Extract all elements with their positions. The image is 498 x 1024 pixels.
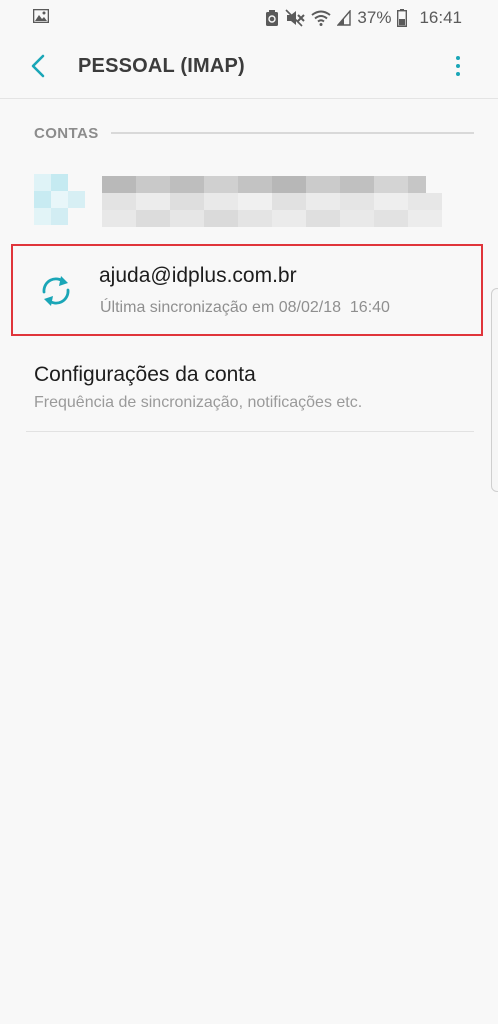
battery-percent: 37% xyxy=(357,8,392,27)
wifi-icon xyxy=(311,10,332,26)
account-settings-title: Configurações da conta xyxy=(34,363,256,386)
back-arrow-icon xyxy=(31,54,45,78)
section-header: CONTAS xyxy=(34,122,474,144)
settings-divider xyxy=(26,431,474,432)
section-label: CONTAS xyxy=(34,124,99,142)
account-sync-status: Última sincronização em 08/02/18 16:40 xyxy=(100,299,390,316)
app-bar: PESSOAL (IMAP) xyxy=(0,36,498,98)
gallery-icon xyxy=(33,9,49,23)
battery-icon xyxy=(397,9,408,27)
screen: 37% 16:41 PESSOAL (IMAP) CONTAS ajuda@id… xyxy=(0,0,498,1024)
page-title: PESSOAL (IMAP) xyxy=(78,55,245,77)
clock: 16:41 xyxy=(419,8,462,27)
signal-icon xyxy=(337,10,352,26)
account-email: ajuda@idplus.com.br xyxy=(99,264,297,287)
status-bar: 37% 16:41 xyxy=(0,0,498,36)
back-button[interactable] xyxy=(22,50,54,82)
section-divider xyxy=(110,132,474,134)
more-options-icon xyxy=(456,56,460,60)
sync-status-icon xyxy=(266,10,279,26)
account-item[interactable]: ajuda@idplus.com.br Última sincronização… xyxy=(11,244,483,336)
app-bar-divider xyxy=(0,98,498,99)
sync-icon xyxy=(42,276,70,306)
censored-account[interactable] xyxy=(34,174,444,228)
account-settings-item[interactable]: Configurações da conta Frequência de sin… xyxy=(0,352,498,430)
status-icons: 37% 16:41 xyxy=(265,7,462,29)
scrollbar[interactable] xyxy=(491,288,498,492)
account-settings-subtitle: Frequência de sincronização, notificaçõe… xyxy=(34,394,363,411)
more-options-button[interactable] xyxy=(448,50,468,82)
mute-icon xyxy=(285,9,306,27)
